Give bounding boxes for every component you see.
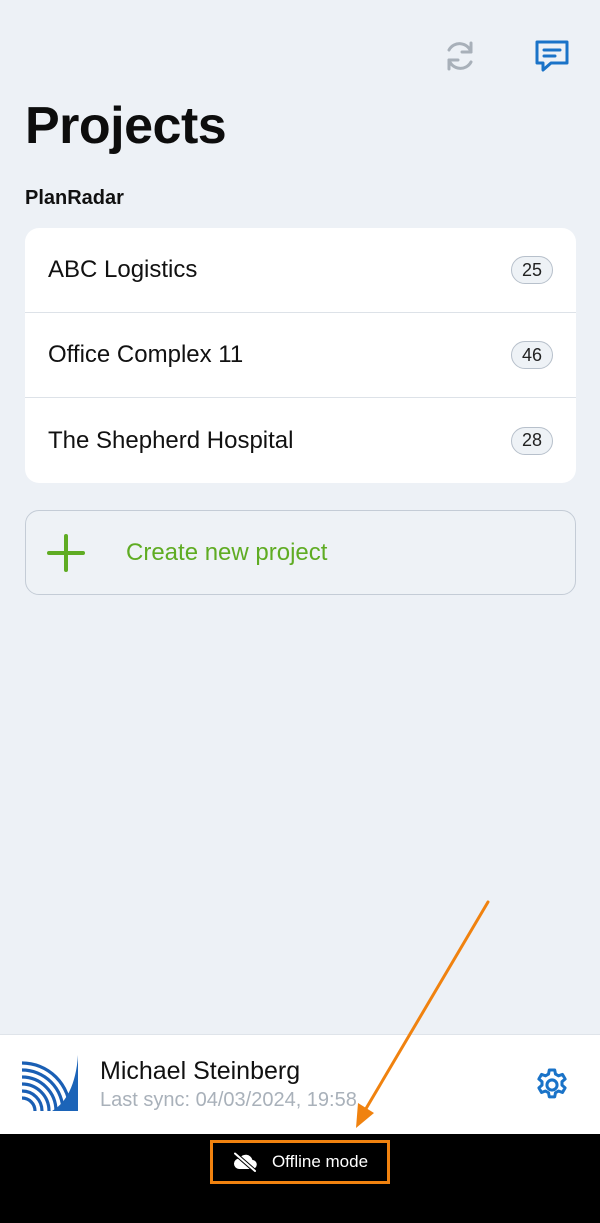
project-count-badge: 25 — [511, 256, 553, 284]
project-count-badge: 46 — [511, 341, 553, 369]
project-count-badge: 28 — [511, 426, 553, 455]
plus-icon — [46, 533, 86, 573]
gear-icon — [537, 1068, 567, 1099]
chat-button[interactable] — [526, 30, 578, 82]
chat-message-icon — [535, 40, 569, 72]
project-row[interactable]: Office Complex 11 46 — [25, 313, 576, 398]
sync-button[interactable] — [434, 30, 486, 82]
sync-arrows-icon — [447, 41, 473, 71]
offline-mode-indicator[interactable]: Offline mode — [210, 1140, 390, 1184]
project-row[interactable]: ABC Logistics 25 — [25, 228, 576, 313]
create-project-label: Create new project — [126, 538, 328, 566]
project-name: ABC Logistics — [48, 256, 198, 283]
page-title: Projects — [25, 97, 227, 155]
settings-button[interactable] — [530, 1063, 574, 1107]
project-name: Office Complex 11 — [48, 341, 244, 368]
create-project-button[interactable]: Create new project — [25, 510, 576, 595]
offline-status-bar: Offline mode — [0, 1134, 600, 1223]
project-name: The Shepherd Hospital — [48, 426, 294, 454]
planradar-logo — [22, 1055, 78, 1111]
user-name: Michael Steinberg — [100, 1057, 301, 1085]
cloud-off-icon — [233, 1152, 257, 1172]
user-bar: Michael Steinberg Last sync: 04/03/2024,… — [0, 1034, 600, 1134]
organization-label: PlanRadar — [25, 187, 124, 209]
offline-mode-label: Offline mode — [271, 1152, 369, 1171]
projects-screen: Projects PlanRadar ABC Logistics 25 Offi… — [0, 0, 600, 1223]
project-row[interactable]: The Shepherd Hospital 28 — [25, 398, 576, 483]
last-sync-text: Last sync: 04/03/2024, 19:58 — [100, 1089, 357, 1111]
header-actions — [434, 30, 578, 82]
project-list: ABC Logistics 25 Office Complex 11 46 Th… — [25, 228, 576, 483]
